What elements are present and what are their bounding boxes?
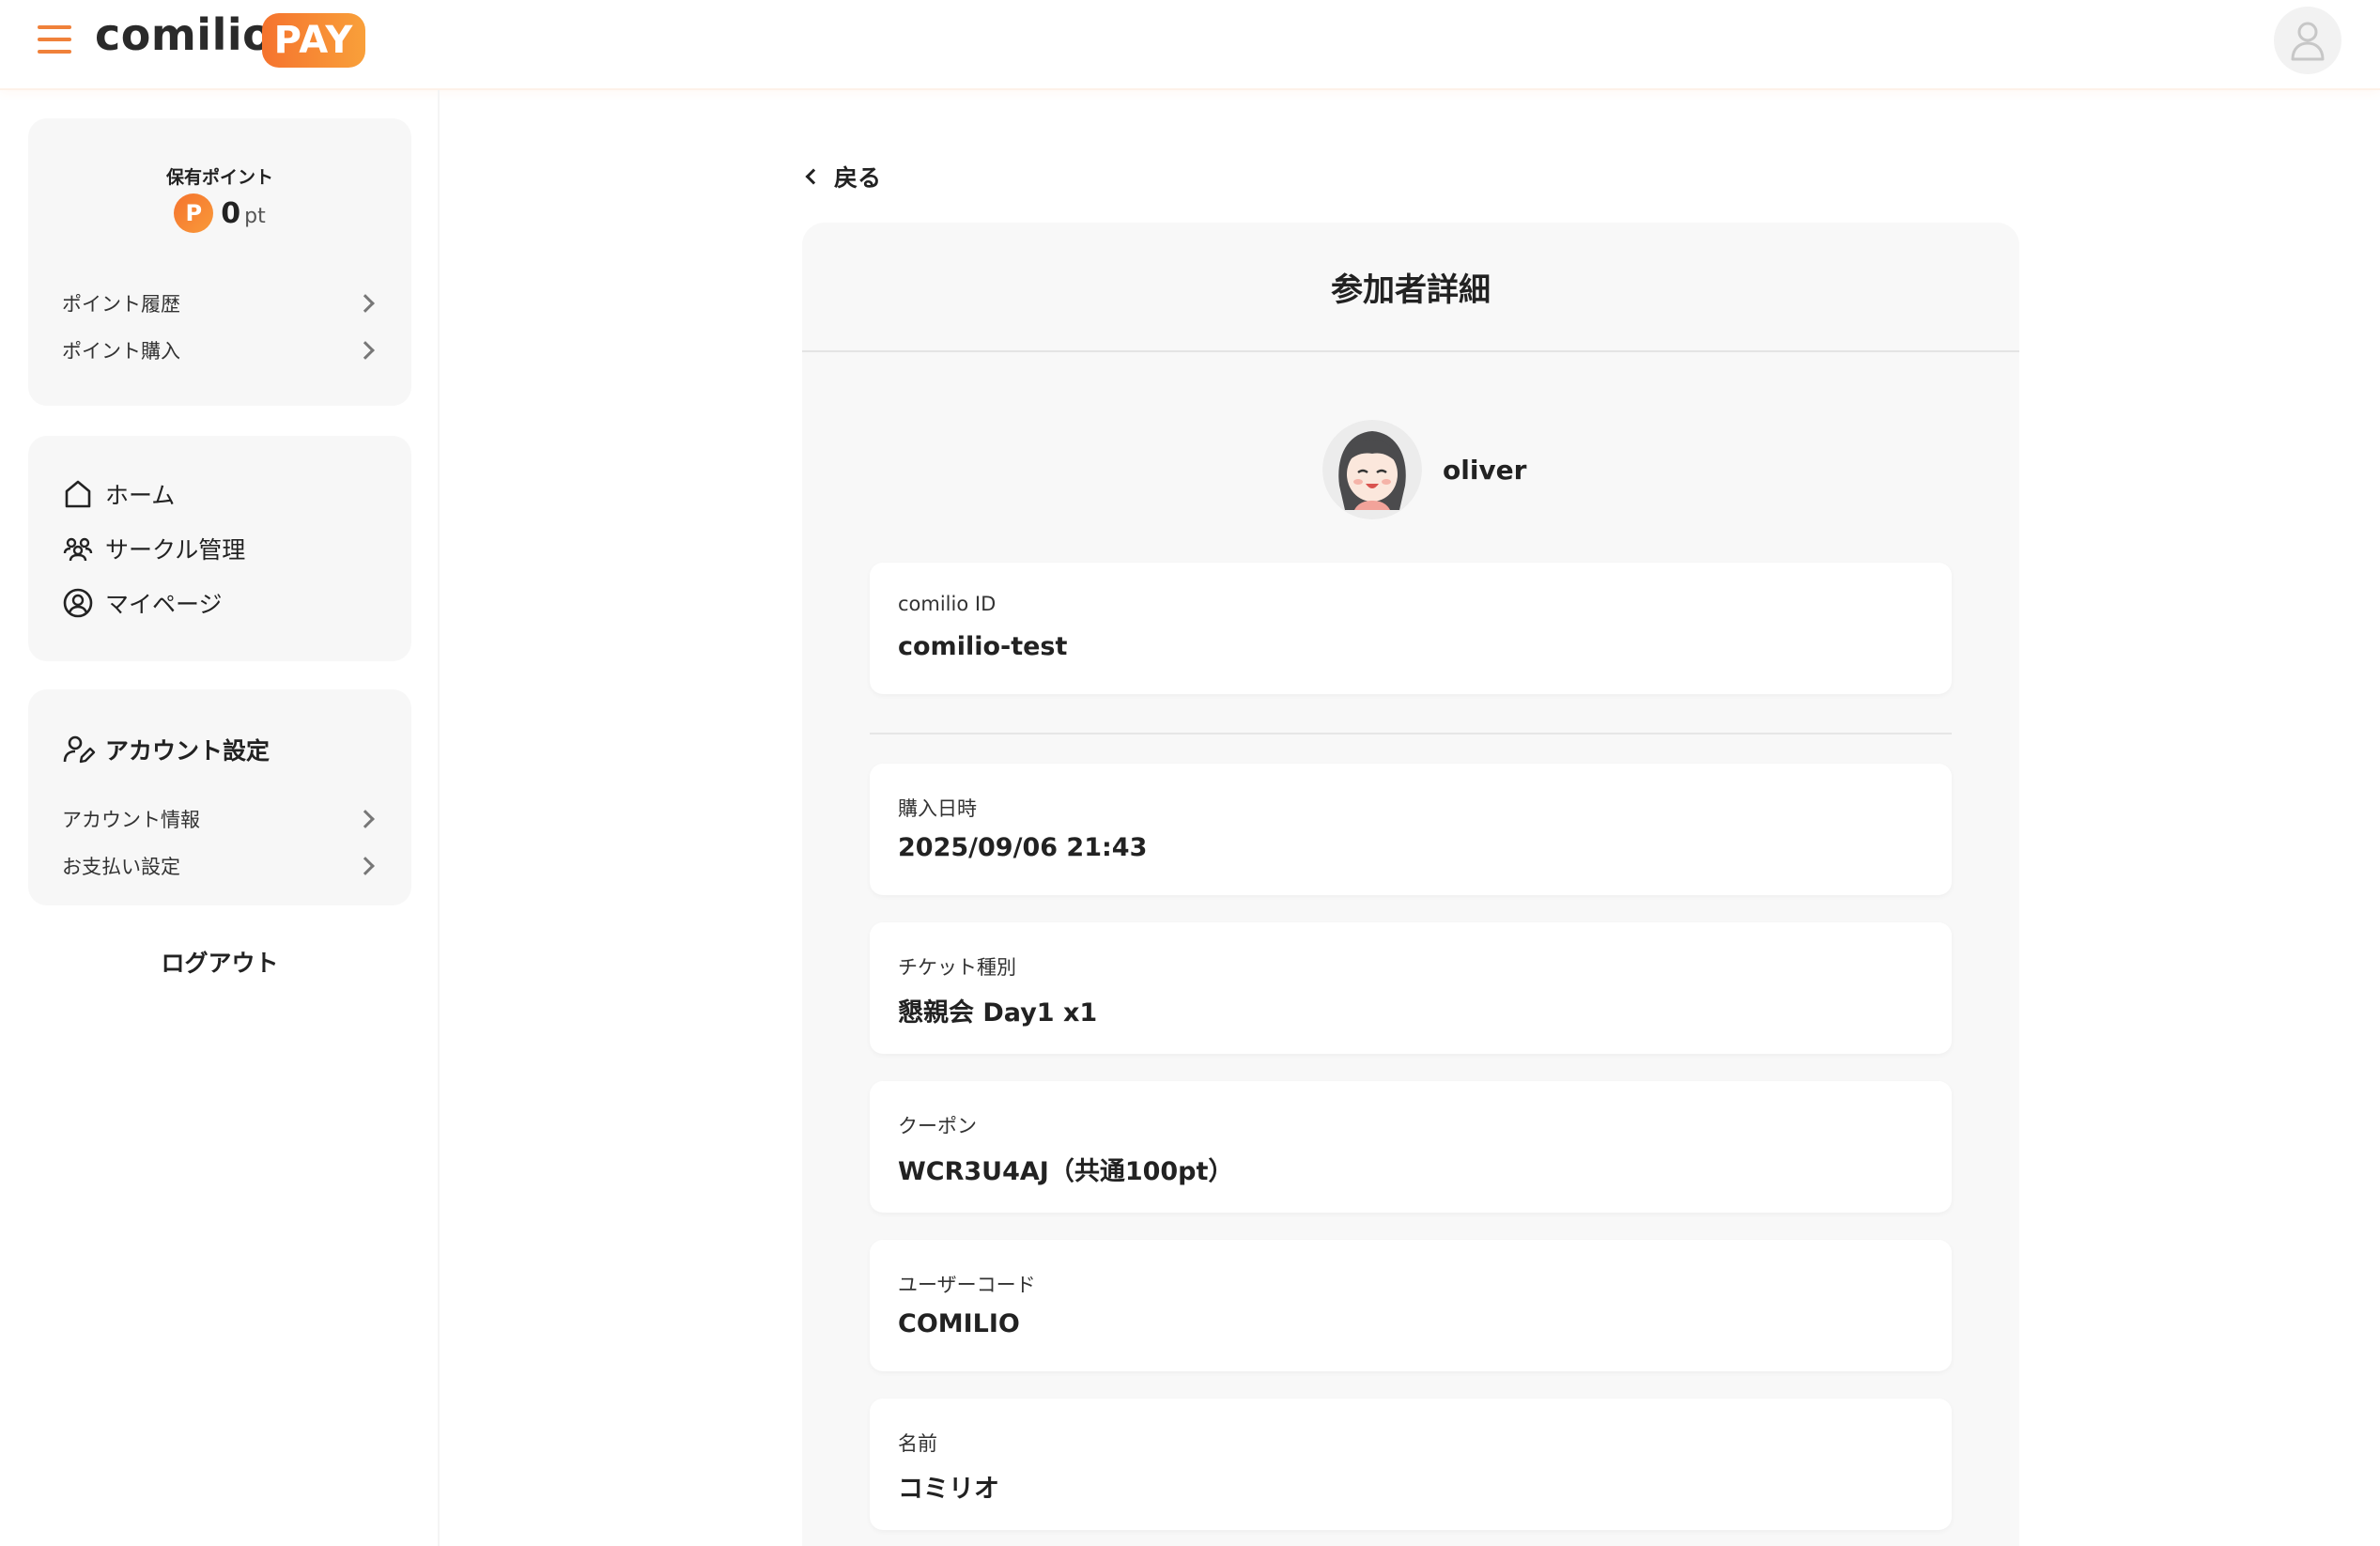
account-settings-title: アカウント設定 — [105, 737, 270, 765]
logout-button[interactable]: ログアウト — [28, 945, 411, 979]
nav-item-home[interactable]: ホーム — [62, 473, 381, 515]
chevron-right-icon — [356, 294, 375, 313]
points-unit: pt — [244, 204, 266, 228]
payment-settings-label: お支払い設定 — [62, 856, 180, 878]
top-header: comilio PAY — [0, 0, 2380, 90]
logo-pay-badge: PAY — [262, 13, 365, 68]
name-field: 名前 コミリオ — [870, 1399, 1952, 1530]
points-title: 保有ポイント — [165, 167, 273, 188]
participant-detail-panel: 参加者詳細 oliver comilio ID comilio-test 購入日… — [802, 223, 2019, 1546]
nav-item-circle-management[interactable]: サークル管理 — [62, 528, 381, 569]
page-title: 参加者詳細 — [802, 223, 2019, 352]
purchase-date-field: 購入日時 2025/09/06 21:43 — [870, 764, 1952, 895]
section-divider — [870, 733, 1952, 734]
participant-name: oliver — [1443, 454, 1527, 486]
field-value: コミリオ — [898, 1475, 999, 1504]
points-value: 0 — [221, 196, 241, 230]
field-label: クーポン — [898, 1115, 977, 1137]
comilio-id-field: comilio ID comilio-test — [870, 563, 1952, 694]
participant-profile: oliver — [1322, 418, 1526, 521]
field-label: チケット種別 — [898, 956, 1016, 979]
home-icon — [65, 480, 91, 508]
user-code-field: ユーザーコード COMILIO — [870, 1240, 1952, 1371]
account-info-label: アカウント情報 — [62, 809, 200, 831]
field-value: comilio-test — [898, 632, 1068, 661]
account-settings-heading: アカウント設定 — [62, 729, 270, 770]
logo-text: comilio — [95, 9, 273, 60]
nav-item-home-label: ホーム — [105, 482, 176, 509]
chevron-right-icon — [356, 810, 375, 828]
account-avatar-button[interactable] — [2274, 7, 2341, 74]
field-label: 購入日時 — [898, 797, 977, 820]
chevron-right-icon — [356, 857, 375, 875]
back-link[interactable]: 戻る — [805, 158, 882, 195]
nav-item-mypage[interactable]: マイページ — [62, 582, 381, 624]
payment-settings-link[interactable]: お支払い設定 — [62, 847, 378, 885]
field-label: ユーザーコード — [898, 1274, 1036, 1296]
main-nav-card: ホーム サークル管理 マイページ — [28, 436, 411, 661]
point-history-label: ポイント履歴 — [62, 293, 180, 316]
participant-avatar — [1322, 420, 1422, 519]
field-label: 名前 — [898, 1432, 937, 1455]
user-icon — [2291, 22, 2325, 61]
nav-item-circle-label: サークル管理 — [105, 536, 246, 564]
point-coin-icon: P — [174, 193, 214, 233]
points-balance: P 0 pt — [28, 193, 411, 233]
chevron-left-icon — [805, 168, 822, 185]
coupon-field: クーポン WCR3U4AJ（共通100pt） — [870, 1081, 1952, 1213]
users-icon — [63, 537, 93, 562]
field-label: comilio ID — [898, 593, 997, 615]
field-value: 懇親会 Day1 x1 — [898, 998, 1098, 1028]
account-settings-card: アカウント設定 アカウント情報 お支払い設定 — [28, 689, 411, 905]
field-value: COMILIO — [898, 1309, 1020, 1338]
point-purchase-link[interactable]: ポイント購入 — [62, 332, 378, 369]
field-value: WCR3U4AJ（共通100pt） — [898, 1157, 1234, 1186]
sidebar-divider — [438, 90, 440, 1546]
user-edit-icon — [63, 735, 96, 764]
field-value: 2025/09/06 21:43 — [898, 833, 1148, 862]
account-info-link[interactable]: アカウント情報 — [62, 800, 378, 838]
user-circle-icon — [63, 588, 93, 618]
point-history-link[interactable]: ポイント履歴 — [62, 285, 378, 322]
ticket-type-field: チケット種別 懇親会 Day1 x1 — [870, 922, 1952, 1054]
points-card: 保有ポイント P 0 pt ポイント履歴 ポイント購入 — [28, 118, 411, 406]
point-purchase-label: ポイント購入 — [62, 340, 180, 363]
chevron-right-icon — [356, 341, 375, 360]
hamburger-menu-icon[interactable] — [38, 25, 71, 55]
back-label: 戻る — [834, 164, 882, 192]
nav-item-mypage-label: マイページ — [105, 591, 223, 618]
